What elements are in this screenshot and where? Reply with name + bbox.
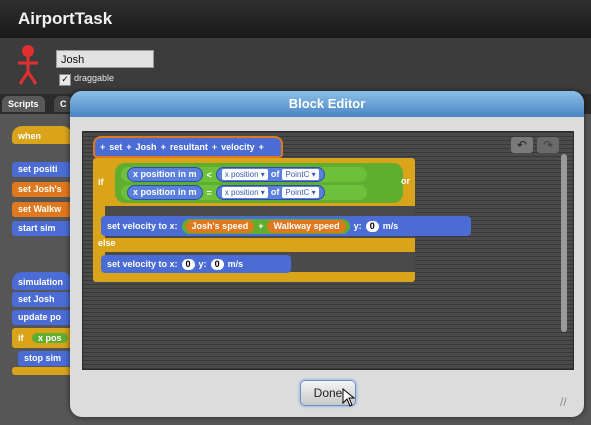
walkway-speed-variable[interactable]: Walkway speed [267, 219, 346, 233]
undo-icon[interactable]: ↶ [511, 137, 533, 153]
y-label: y: [353, 221, 362, 231]
if-block[interactable]: if x pos [12, 328, 72, 348]
plus-operator: + [258, 221, 264, 231]
attribute-of-block[interactable]: x position ▾ of PointC ▾ [215, 185, 325, 200]
background-script-1[interactable]: when set positi set Josh's set Walkw sta… [12, 126, 72, 236]
if-label: if [98, 177, 104, 187]
when-flag-hat[interactable]: when [12, 126, 72, 144]
set-velocity-block[interactable]: set velocity to x: Josh's speed + Walkwa… [101, 216, 471, 236]
draggable-label: draggable [74, 73, 115, 83]
hat-plus[interactable]: + [212, 142, 217, 152]
block-editor-dialog: Block Editor ↶ ↷ + set + Josh + resultan… [70, 91, 584, 417]
x-position-variable[interactable]: x position in m [127, 185, 203, 200]
else-label: else [98, 238, 116, 248]
object-dropdown[interactable]: PointC ▾ [282, 187, 319, 198]
plus-block[interactable]: Josh's speed + Walkway speed [181, 218, 350, 234]
equals-operator: = [206, 187, 212, 198]
if-label: if [18, 333, 24, 343]
attribute-dropdown[interactable]: x position ▾ [221, 187, 268, 198]
script-block[interactable]: set Josh [12, 292, 72, 307]
equals-block[interactable]: x position in m = x position ▾ of PointC… [121, 185, 367, 200]
unit-label: m/s [382, 221, 399, 231]
hat-word-josh: Josh [135, 142, 157, 152]
script-block[interactable]: stop sim [18, 351, 72, 366]
script-block[interactable]: set Josh's [12, 182, 72, 197]
custom-block-definition-hat[interactable]: + set + Josh + resultant + velocity + [93, 136, 283, 158]
custom-block-hat[interactable]: simulation [12, 272, 72, 290]
sprite-name-input[interactable]: Josh [56, 50, 154, 68]
x-position-variable[interactable]: x position in m [127, 167, 203, 182]
redo-icon[interactable]: ↷ [537, 137, 559, 153]
attribute-dropdown[interactable]: x position ▾ [221, 169, 268, 180]
hat-plus[interactable]: + [100, 142, 105, 152]
hat-word-set: set [109, 142, 123, 152]
hat-plus[interactable]: + [126, 142, 131, 152]
draggable-checkbox[interactable]: ✓ [59, 74, 71, 86]
attribute-of-block[interactable]: x position ▾ of PointC ▾ [215, 167, 325, 182]
of-label: of [270, 169, 280, 179]
mouse-cursor-icon [342, 388, 356, 407]
dialog-title: Block Editor [288, 96, 366, 111]
x-value-input[interactable]: 0 [181, 258, 195, 270]
set-velocity-label: set velocity to x: [107, 221, 178, 231]
hat-word-resultant: resultant [169, 142, 208, 152]
set-velocity-label: set velocity to x: [107, 259, 178, 269]
set-velocity-block[interactable]: set velocity to x: 0 y: 0 m/s [101, 255, 291, 273]
less-than-operator: < [206, 169, 212, 180]
or-label: or [401, 176, 410, 186]
hat-plus[interactable]: + [161, 142, 166, 152]
tab-scripts[interactable]: Scripts [2, 96, 45, 112]
script-block[interactable]: set positi [12, 162, 72, 177]
joshs-speed-variable[interactable]: Josh's speed [185, 219, 255, 233]
less-than-block[interactable]: x position in m < x position ▾ of PointC… [121, 167, 367, 182]
background-script-2[interactable]: simulation set Josh update po if x pos s… [12, 266, 72, 376]
hat-plus[interactable]: + [259, 142, 264, 152]
vertical-scrollbar[interactable] [561, 154, 567, 332]
condition-block[interactable]: x pos [32, 333, 68, 343]
y-label: y: [198, 259, 207, 269]
of-label: of [270, 187, 280, 197]
script-block[interactable]: update po [12, 310, 72, 325]
block-editor-canvas[interactable]: ↶ ↷ + set + Josh + resultant + velocity … [82, 131, 574, 370]
unit-label: m/s [227, 259, 244, 269]
script-block[interactable]: set Walkw [12, 202, 72, 217]
object-dropdown[interactable]: PointC ▾ [282, 169, 319, 180]
hat-word-velocity: velocity [221, 142, 255, 152]
y-value-input[interactable]: 0 [365, 220, 379, 232]
y-value-input[interactable]: 0 [210, 258, 224, 270]
resize-handle-icon[interactable]: // [560, 395, 574, 409]
if-block-bottom [12, 367, 72, 375]
script-block[interactable]: start sim [12, 221, 72, 236]
app-title: AirportTask [18, 9, 113, 28]
sprite-thumbnail-icon[interactable] [14, 44, 42, 88]
